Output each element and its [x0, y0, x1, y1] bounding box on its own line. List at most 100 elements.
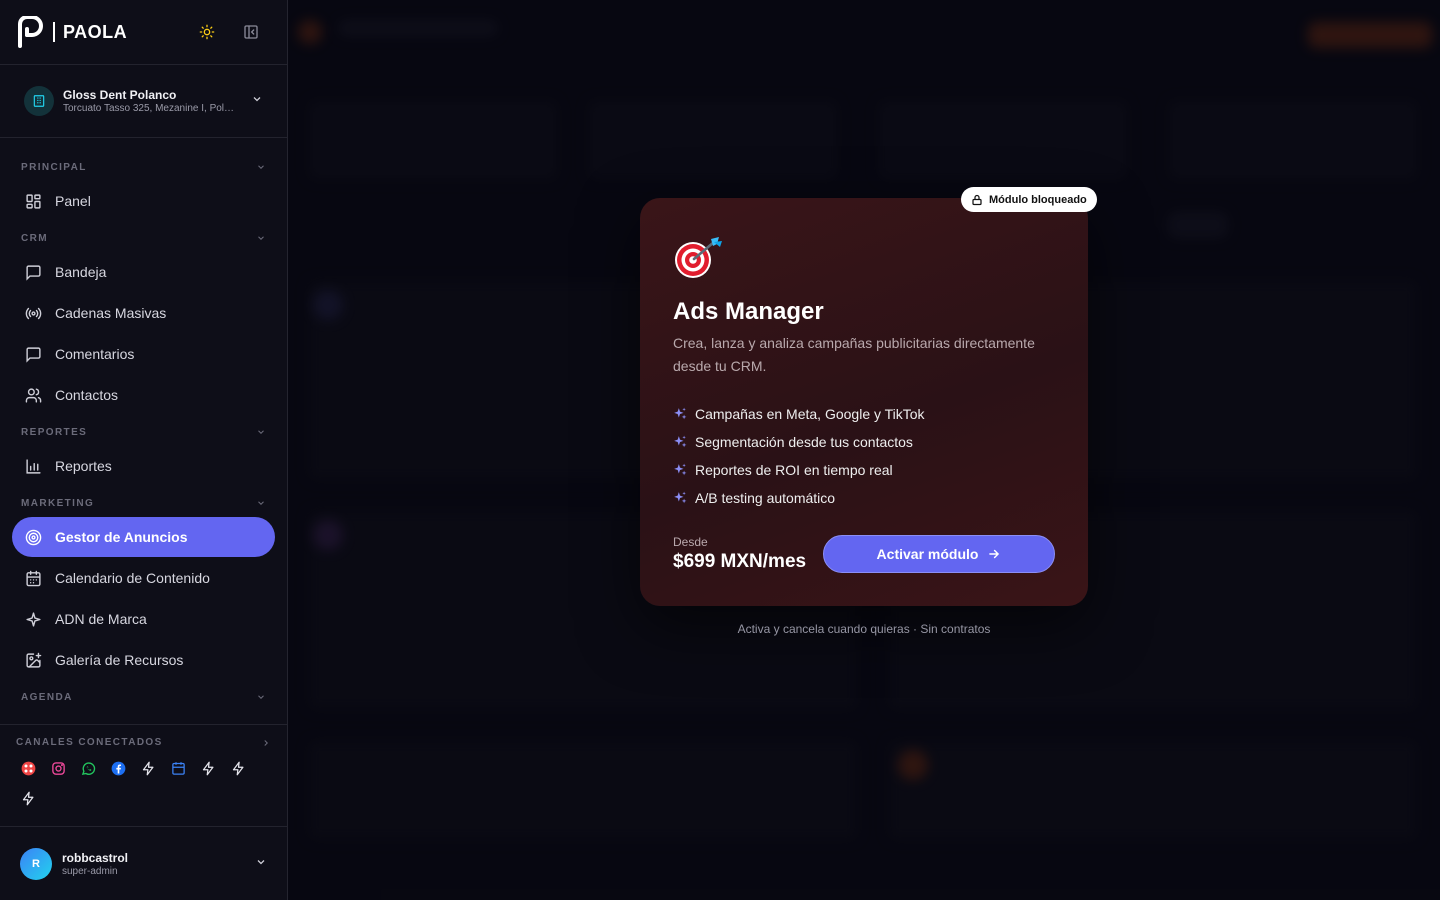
target-dart-icon — [675, 237, 722, 278]
sidebar-item-label: Bandeja — [55, 264, 107, 280]
nav-section-label: AGENDA — [21, 691, 73, 703]
nav-section-crm[interactable]: CRM — [12, 225, 275, 251]
modal-description: Crea, lanza y analiza campañas publicita… — [673, 335, 1035, 374]
button-label: Activar módulo — [876, 546, 979, 562]
activate-module-button[interactable]: Activar módulo — [823, 535, 1055, 573]
pinwheel-icon[interactable] — [20, 760, 36, 776]
feature-label: Reportes de ROI en tiempo real — [695, 462, 893, 478]
calendar-icon — [24, 569, 42, 587]
sidebar-item-label: ADN de Marca — [55, 611, 147, 627]
modal-title: Ads Manager — [673, 298, 824, 325]
chevron-down-icon — [255, 855, 267, 873]
logo-separator — [53, 22, 55, 42]
price: $699 MXN/mes — [673, 551, 807, 572]
sidebar-nav: PRINCIPAL Panel CRM Bandeja Cadenas Masi… — [0, 138, 287, 724]
sidebar-item-label: Contactos — [55, 387, 119, 403]
sidebar-item-label: Cadenas Masivas — [55, 305, 167, 321]
sparkles-icon — [673, 435, 687, 449]
calendar-icon[interactable] — [170, 760, 186, 776]
nav-section-label: PRINCIPAL — [21, 161, 87, 173]
sidebar-header: PAOLA — [0, 0, 287, 65]
channels-label: CANALES CONECTADOS — [16, 737, 163, 748]
locked-badge: Módulo bloqueado — [961, 187, 1097, 212]
sparkles-icon — [673, 463, 687, 477]
bolt-icon[interactable] — [140, 760, 156, 776]
sidebar-item-comentarios[interactable]: Comentarios — [12, 334, 275, 374]
arrow-right-icon — [987, 547, 1001, 561]
locked-module-modal: Ads Manager Crea, lanza y analiza campañ… — [640, 198, 1088, 606]
broadcast-icon — [24, 304, 42, 322]
facebook-icon[interactable] — [110, 760, 126, 776]
sparkle-icon — [24, 610, 42, 628]
list-item: Reportes de ROI en tiempo real — [673, 456, 1055, 484]
feature-list: Campañas en Meta, Google y TikTok Segmen… — [673, 400, 1055, 512]
chevron-down-icon — [258, 165, 264, 169]
sidebar: PAOLA Gloss Dent Polanco Torcuato Tasso … — [0, 0, 288, 900]
sidebar-item-label: Gestor de Anuncios — [55, 529, 188, 545]
list-item: A/B testing automático — [673, 484, 1055, 512]
price-from-label: Desde — [673, 535, 708, 549]
nav-section-label: MARKETING — [21, 497, 95, 509]
workspace-address: Torcuato Tasso 325, Mezanine I, Polanco — [63, 103, 239, 114]
workspace-switcher[interactable]: Gloss Dent Polanco Torcuato Tasso 325, M… — [0, 65, 287, 138]
feature-label: A/B testing automático — [695, 490, 836, 506]
nav-section-agenda[interactable]: AGENDA — [12, 684, 275, 710]
sun-icon[interactable] — [197, 22, 217, 42]
sidebar-item-label: Panel — [55, 193, 91, 209]
image-plus-icon — [24, 651, 42, 669]
collapse-sidebar-icon[interactable] — [241, 22, 261, 42]
avatar: R — [20, 847, 52, 880]
sidebar-item-label: Galería de Recursos — [55, 652, 184, 668]
feature-label: Campañas en Meta, Google y TikTok — [695, 406, 925, 422]
sidebar-item-gestor-de-anuncios[interactable]: Gestor de Anuncios — [12, 517, 275, 557]
sidebar-item-label: Comentarios — [55, 346, 135, 362]
nav-section-marketing[interactable]: MARKETING — [12, 490, 275, 516]
sidebar-item-label: Calendario de Contenido — [55, 570, 210, 586]
sidebar-item-contactos[interactable]: Contactos — [12, 375, 275, 415]
chevron-down-icon — [258, 695, 264, 699]
badge-label: Módulo bloqueado — [989, 193, 1087, 206]
connected-channels: CANALES CONECTADOS — [0, 724, 287, 826]
bolt-icon[interactable] — [230, 760, 246, 776]
sparkles-icon — [673, 407, 687, 421]
modal-footnote: Activa y cancela cuando quieras · Sin co… — [737, 622, 991, 636]
bar-chart-icon — [24, 457, 42, 475]
sidebar-item-bandeja[interactable]: Bandeja — [12, 252, 275, 292]
instagram-icon[interactable] — [50, 760, 66, 776]
user-name: robbcastrol — [62, 850, 129, 865]
chevron-down-icon — [258, 430, 264, 434]
user-menu[interactable]: R robbcastrol super-admin — [0, 826, 287, 900]
sidebar-item-adn-de-marca[interactable]: ADN de Marca — [12, 599, 275, 639]
sidebar-item-reportes[interactable]: Reportes — [12, 446, 275, 486]
grid-icon — [24, 192, 42, 210]
list-item: Segmentación desde tus contactos — [673, 428, 1055, 456]
channels-header[interactable]: CANALES CONECTADOS — [16, 737, 271, 748]
sidebar-item-panel[interactable]: Panel — [12, 181, 275, 221]
paola-logo-icon[interactable] — [16, 16, 46, 48]
feature-label: Segmentación desde tus contactos — [695, 434, 913, 450]
bolt-icon[interactable] — [20, 790, 36, 806]
sidebar-item-galeria-de-recursos[interactable]: Galería de Recursos — [12, 640, 275, 680]
chevron-down-icon — [251, 92, 263, 110]
nav-section-label: CRM — [21, 232, 48, 244]
sidebar-item-cadenas-masivas[interactable]: Cadenas Masivas — [12, 293, 275, 333]
workspace-name: Gloss Dent Polanco — [63, 88, 177, 102]
nav-section-principal[interactable]: PRINCIPAL — [12, 154, 275, 180]
sidebar-item-label: Reportes — [55, 458, 112, 474]
chevron-down-icon — [258, 501, 264, 505]
comment-icon — [24, 345, 42, 363]
nav-section-reportes[interactable]: REPORTES — [12, 419, 275, 445]
sidebar-item-calendario-de-contenido[interactable]: Calendario de Contenido — [12, 558, 275, 598]
nav-section-label: REPORTES — [21, 426, 88, 438]
whatsapp-icon[interactable] — [80, 760, 96, 776]
chevron-down-icon — [258, 236, 264, 240]
target-icon — [24, 528, 42, 546]
brand-name: PAOLA — [63, 21, 128, 42]
chevron-right-icon — [264, 739, 268, 746]
bolt-icon[interactable] — [200, 760, 216, 776]
users-icon — [24, 386, 42, 404]
message-square-icon — [24, 263, 42, 281]
list-item: Campañas en Meta, Google y TikTok — [673, 400, 1055, 428]
lock-icon — [971, 194, 983, 206]
building-icon — [24, 86, 54, 116]
